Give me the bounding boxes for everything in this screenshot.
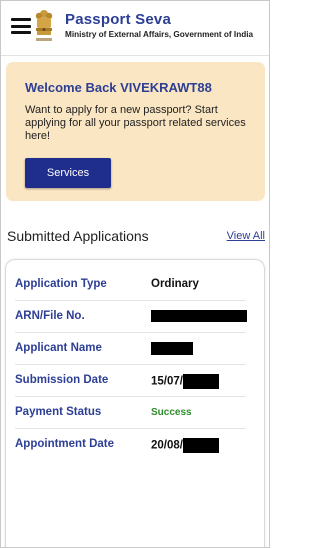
redacted-block [182,374,219,389]
table-row: Payment Status Success [15,396,246,429]
submission-date-value: 15/07/ [151,374,219,389]
national-emblem-logo [35,10,53,41]
applicant-name-label: Applicant Name [15,342,102,354]
redacted-block [151,342,193,355]
app-title: Passport Seva [65,11,171,28]
welcome-heading: Welcome Back VIVEKRAWT88 [25,80,212,95]
applicant-name-value [151,342,193,355]
redacted-block [182,438,219,453]
app-screen: Passport Seva Ministry of External Affai… [0,0,270,548]
table-row: Appointment Date 20/08/ [15,428,246,460]
hamburger-menu-icon[interactable] [11,18,31,34]
application-card[interactable]: Application Type Ordinary ARN/File No. A… [5,259,265,547]
submission-date-text: 15/07/ [151,375,183,388]
application-type-value: Ordinary [151,278,199,290]
appointment-date-text: 20/08/ [151,439,183,452]
table-row: Applicant Name [15,332,246,365]
welcome-message: Want to apply for a new passport? Start … [25,104,246,142]
app-header: Passport Seva Ministry of External Affai… [1,1,269,56]
table-row: Submission Date 15/07/ [15,364,246,397]
submission-date-label: Submission Date [15,374,109,386]
table-row: Application Type Ordinary [15,268,246,301]
table-row: ARN/File No. [15,300,247,333]
services-button[interactable]: Services [25,158,111,188]
welcome-card: Welcome Back VIVEKRAWT88 Want to apply f… [6,62,265,201]
view-all-link[interactable]: View All [227,230,265,242]
appointment-date-label: Appointment Date [15,438,115,450]
redacted-block [151,310,247,322]
section-title: Submitted Applications [7,228,149,244]
appointment-date-value: 20/08/ [151,438,219,453]
arn-file-value [151,310,247,322]
payment-status-badge: Success [151,407,192,418]
application-type-label: Application Type [15,278,107,290]
payment-status-label: Payment Status [15,406,102,418]
app-subtitle: Ministry of External Affairs, Government… [65,30,254,39]
arn-file-label: ARN/File No. [15,310,85,322]
